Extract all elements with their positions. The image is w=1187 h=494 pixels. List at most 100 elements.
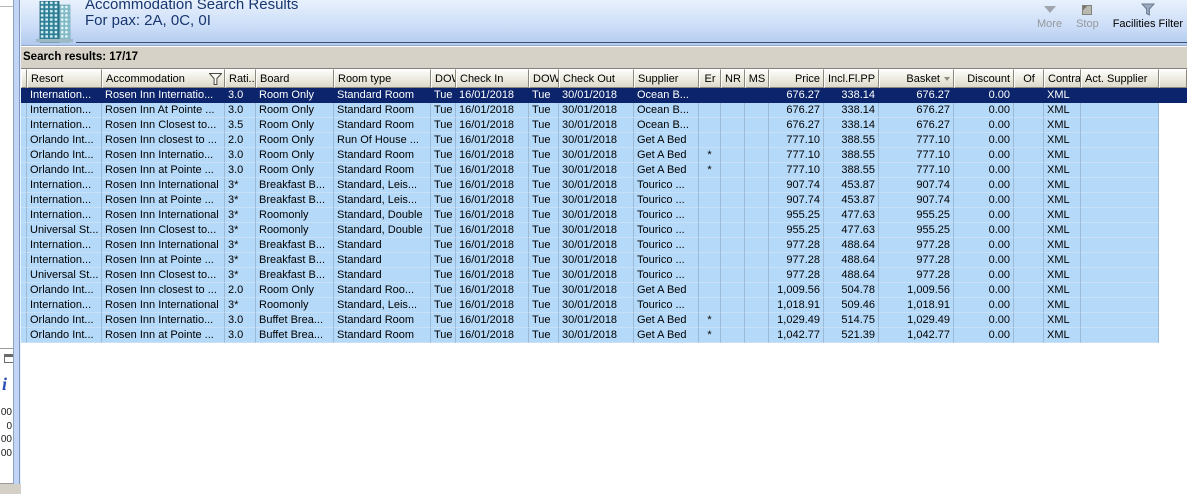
cell-supplier: Tourico ... — [634, 253, 699, 268]
cell-nr — [721, 298, 745, 313]
header-cell-act-supplier[interactable]: Act. Supplier — [1081, 69, 1159, 88]
table-row[interactable]: Internation... Rosen Inn at Pointe ... 3* B… — [21, 253, 1187, 268]
row-stub-right — [1159, 88, 1187, 103]
table-row[interactable]: Orlando Int... Rosen Inn closest to ... 2.… — [21, 283, 1187, 298]
header-cell-check-in[interactable]: Check In — [456, 69, 529, 88]
table-row[interactable]: Internation... Rosen Inn at Pointe ... 3* B… — [21, 193, 1187, 208]
cell-contract: XML — [1044, 283, 1081, 298]
cell-of — [1014, 268, 1044, 283]
facilities-filter-button[interactable]: Facilities Filter — [1113, 2, 1183, 30]
cell-discount: 0.00 — [954, 223, 1014, 238]
cell-supplier: Tourico ... — [634, 193, 699, 208]
header-label: Resort — [31, 73, 64, 85]
header-label: DOW — [533, 73, 559, 85]
table-row[interactable]: Orlando Int... Rosen Inn Internatio... 3.0… — [21, 313, 1187, 328]
cell-of — [1014, 118, 1044, 133]
row-stub-right — [1159, 253, 1187, 268]
table-row[interactable]: Orlando Int... Rosen Inn Internatio... 3.0… — [21, 148, 1187, 163]
table-row[interactable]: Internation... Rosen Inn International 3* B… — [21, 238, 1187, 253]
cell-check-in: 16/01/2018 — [456, 193, 529, 208]
header-cell-accommodation[interactable]: Accommodation — [102, 69, 225, 88]
header-cell-incl-fl-pp[interactable]: Incl.Fl.PP — [824, 69, 879, 88]
row-stub-right — [1159, 313, 1187, 328]
cell-room-type: Standard — [334, 268, 431, 283]
clipped-value: 0 — [6, 420, 12, 432]
header-cell-of[interactable]: Of — [1014, 69, 1044, 88]
table-row[interactable]: Orlando Int... Rosen Inn at Pointe ... 3.0… — [21, 163, 1187, 178]
table-row[interactable]: Internation... Rosen Inn International 3* R… — [21, 298, 1187, 313]
header-cell-dow[interactable]: DOW — [431, 69, 456, 88]
cell-price: 1,009.56 — [769, 283, 824, 298]
cell-dow: Tue — [529, 253, 559, 268]
header-cell-discount[interactable]: Discount — [954, 69, 1014, 88]
cell-rati: 2.0 — [225, 283, 256, 298]
cell-resort: Internation... — [27, 118, 102, 133]
table-row[interactable]: Internation... Rosen Inn International 3* B… — [21, 178, 1187, 193]
cell-incl-fl-pp: 488.64 — [824, 253, 879, 268]
table-row[interactable]: Internation... Rosen Inn At Pointe ... 3.0… — [21, 103, 1187, 118]
cell-incl-fl-pp: 477.63 — [824, 223, 879, 238]
cell-rati: 3* — [225, 193, 256, 208]
header-cell-nr[interactable]: NR — [721, 69, 745, 88]
cell-supplier: Get A Bed — [634, 283, 699, 298]
header-cell-resort[interactable]: Resort — [27, 69, 102, 88]
column-filter-icon[interactable] — [208, 73, 223, 85]
cell-discount: 0.00 — [954, 88, 1014, 103]
cell-rati: 3* — [225, 268, 256, 283]
table-row[interactable]: Orlando Int... Rosen Inn at Pointe ... 3.0… — [21, 328, 1187, 343]
cell-room-type: Standard Room — [334, 163, 431, 178]
cell-price: 955.25 — [769, 223, 824, 238]
cell-accommodation: Rosen Inn International — [102, 178, 225, 193]
table-row[interactable]: Orlando Int... Rosen Inn closest to ... 2.… — [21, 133, 1187, 148]
cell-rati: 3.0 — [225, 163, 256, 178]
header-cell-contract[interactable]: Contract — [1044, 69, 1081, 88]
cell-rati: 3* — [225, 253, 256, 268]
cell-board: Room Only — [256, 118, 334, 133]
header-cell-rati[interactable]: Rati... — [225, 69, 256, 88]
cell-contract: XML — [1044, 118, 1081, 133]
table-row[interactable]: Internation... Rosen Inn Internatio... 3.0… — [21, 88, 1187, 103]
cell-accommodation: Rosen Inn Internatio... — [102, 313, 225, 328]
header-cell-er[interactable]: Er — [699, 69, 721, 88]
table-row[interactable]: Internation... Rosen Inn Closest to... 3.5… — [21, 118, 1187, 133]
table-row[interactable]: Internation... Rosen Inn International 3* R… — [21, 208, 1187, 223]
cell-check-out: 30/01/2018 — [559, 103, 634, 118]
header-cell-board[interactable]: Board — [256, 69, 334, 88]
cell-ms — [745, 133, 769, 148]
header-cell-price[interactable]: Price — [769, 69, 824, 88]
header-cell-check-out[interactable]: Check Out — [559, 69, 634, 88]
cell-nr — [721, 238, 745, 253]
cell-accommodation: Rosen Inn closest to ... — [102, 283, 225, 298]
title-divider — [76, 42, 1187, 43]
cell-room-type: Standard Room — [334, 148, 431, 163]
header-cell-ms[interactable]: MS — [745, 69, 769, 88]
header-label: NR — [725, 73, 741, 85]
header-cell-room-type[interactable]: Room type — [334, 69, 431, 88]
cell-rati: 3.0 — [225, 313, 256, 328]
row-stub-right — [1159, 298, 1187, 313]
table-row[interactable]: Universal St... Rosen Inn Closest to... 3*… — [21, 223, 1187, 238]
background-window-edge: i 00 0 00 00 — [0, 0, 21, 494]
cell-of — [1014, 208, 1044, 223]
cell-incl-fl-pp: 488.64 — [824, 268, 879, 283]
cell-supplier: Get A Bed — [634, 133, 699, 148]
cell-rati: 3.0 — [225, 328, 256, 343]
cell-basket: 955.25 — [879, 208, 954, 223]
stop-button[interactable]: Stop — [1076, 2, 1099, 30]
header-band: Accommodation Search Results For pax: 2A… — [21, 0, 1187, 46]
cell-board: Room Only — [256, 103, 334, 118]
header-cell-basket[interactable]: Basket — [879, 69, 954, 88]
cell-nr — [721, 178, 745, 193]
header-cell-supplier[interactable]: Supplier — [634, 69, 699, 88]
cell-check-in: 16/01/2018 — [456, 313, 529, 328]
cell-resort: Internation... — [27, 88, 102, 103]
cell-er — [699, 88, 721, 103]
more-button[interactable]: More — [1037, 2, 1062, 30]
cell-of — [1014, 88, 1044, 103]
cell-check-in: 16/01/2018 — [456, 133, 529, 148]
header-cell-dow[interactable]: DOW — [529, 69, 559, 88]
cell-nr — [721, 193, 745, 208]
cell-dow: Tue — [529, 163, 559, 178]
table-row[interactable]: Universal St... Rosen Inn Closest to... 3*… — [21, 268, 1187, 283]
cell-resort: Internation... — [27, 193, 102, 208]
